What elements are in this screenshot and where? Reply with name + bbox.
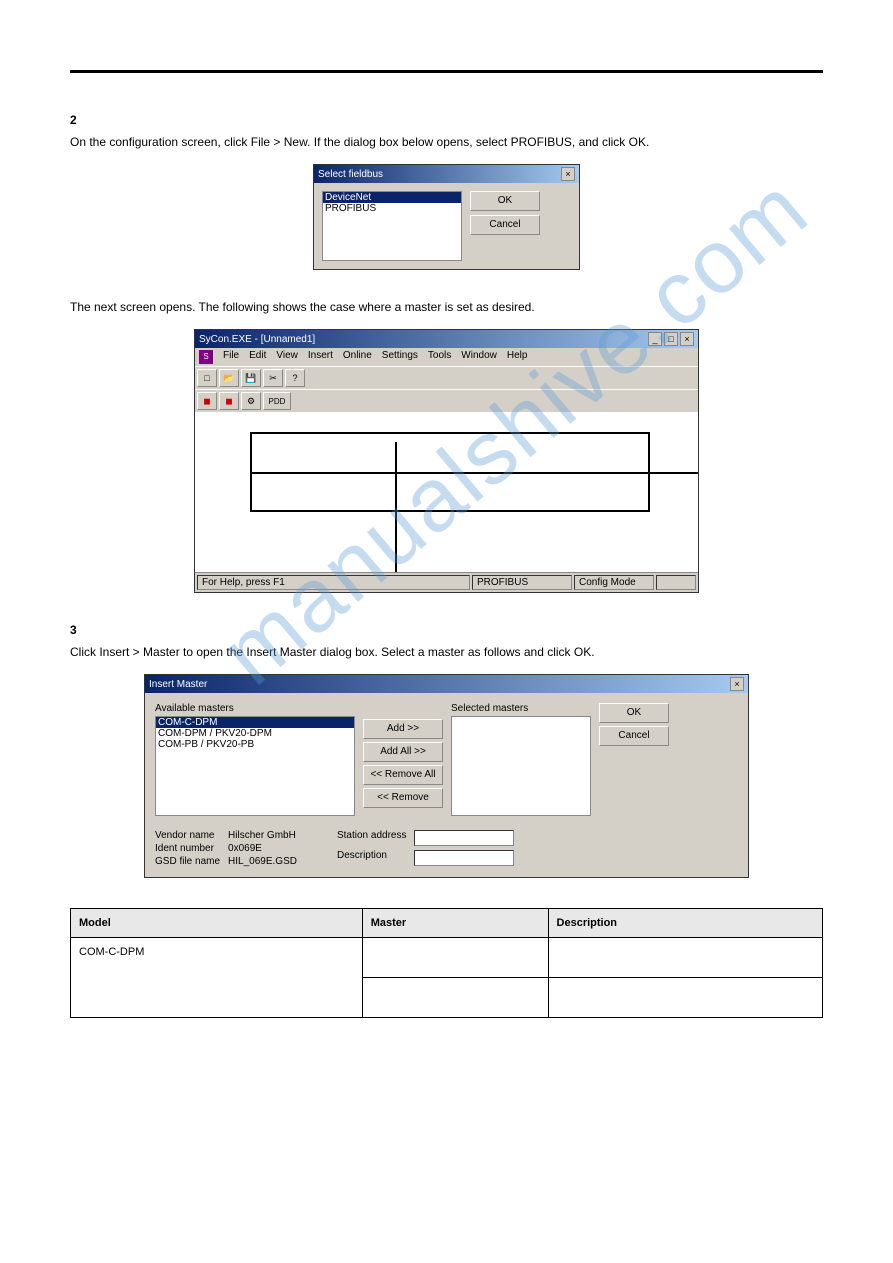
menu-insert[interactable]: Insert [308, 350, 333, 364]
selected-masters-label: Selected masters [451, 703, 591, 714]
ident-value: 0x069E [228, 843, 297, 854]
status-mode: Config Mode [574, 575, 654, 590]
dialog-title: Insert Master [149, 679, 207, 690]
close-icon[interactable]: × [680, 332, 694, 346]
list-item-selected[interactable]: DeviceNet [323, 192, 461, 203]
horizontal-rule [70, 70, 823, 73]
step-number-2: 2 [70, 113, 823, 127]
menu-settings[interactable]: Settings [382, 350, 418, 364]
menu-window[interactable]: Window [461, 350, 497, 364]
station-address-input[interactable] [414, 830, 514, 846]
status-bus: PROFIBUS [472, 575, 572, 590]
add-button[interactable]: Add >> [363, 719, 443, 739]
select-fieldbus-dialog: Select fieldbus × DeviceNet PROFIBUS OK … [313, 164, 580, 270]
menu-tools[interactable]: Tools [428, 350, 451, 364]
close-icon[interactable]: × [561, 167, 575, 181]
insert-master-dialog: Insert Master × Available masters COM-C-… [144, 674, 749, 878]
save-icon[interactable]: 💾 [241, 369, 261, 387]
toolbar-file: □ 📂 💾 ✂ ? [195, 366, 698, 389]
table-header-master: Master [362, 909, 548, 938]
table-header-description: Description [548, 909, 822, 938]
step3-pre-instruction: The next screen opens. The following sho… [70, 300, 823, 314]
open-icon[interactable]: 📂 [219, 369, 239, 387]
close-icon[interactable]: × [730, 677, 744, 691]
cut-icon[interactable]: ✂ [263, 369, 283, 387]
sycon-app-window: SyCon.EXE - [Unnamed1] _ □ × S File Edit… [194, 329, 699, 593]
menu-file[interactable]: File [223, 350, 239, 364]
menu-online[interactable]: Online [343, 350, 372, 364]
vendor-label: Vendor name [155, 830, 220, 841]
available-masters-label: Available masters [155, 703, 355, 714]
description-input[interactable] [414, 850, 514, 866]
remove-button[interactable]: << Remove [363, 788, 443, 808]
ok-button[interactable]: OK [599, 703, 669, 723]
add-all-button[interactable]: Add All >> [363, 742, 443, 762]
step3-instruction: Click Insert > Master to open the Insert… [70, 645, 823, 659]
selected-masters-listbox[interactable] [451, 716, 591, 816]
gsd-label: GSD file name [155, 856, 220, 867]
dialog-title: Select fieldbus [318, 169, 383, 180]
bus-canvas[interactable] [195, 412, 698, 572]
fieldbus-listbox[interactable]: DeviceNet PROFIBUS [322, 191, 462, 261]
menu-view[interactable]: View [276, 350, 298, 364]
gsd-value: HIL_069E.GSD [228, 856, 297, 867]
list-item-selected[interactable]: COM-C-DPM [156, 717, 354, 728]
drop-line [395, 442, 397, 572]
app-icon: S [199, 350, 213, 364]
table-cell [362, 978, 548, 1018]
status-help: For Help, press F1 [197, 575, 470, 590]
table-row: COM-C-DPM [71, 938, 823, 978]
description-label: Description [337, 850, 407, 868]
diag-icon[interactable]: ⚙ [241, 392, 261, 410]
cancel-button[interactable]: Cancel [599, 726, 669, 746]
insert-master-icon[interactable]: ◼ [197, 392, 217, 410]
pdd-button[interactable]: PDD [263, 392, 291, 410]
dialog-titlebar: Insert Master × [145, 675, 748, 693]
step2-instruction: On the configuration screen, click File … [70, 135, 823, 149]
list-item[interactable]: COM-DPM / PKV20-DPM [156, 728, 354, 739]
cancel-button[interactable]: Cancel [470, 215, 540, 235]
minimize-icon[interactable]: _ [648, 332, 662, 346]
ok-button[interactable]: OK [470, 191, 540, 211]
list-item[interactable]: PROFIBUS [323, 203, 461, 214]
new-icon[interactable]: □ [197, 369, 217, 387]
insert-slave-icon[interactable]: ◼ [219, 392, 239, 410]
table-cell: COM-C-DPM [71, 938, 363, 1018]
app-titlebar: SyCon.EXE - [Unnamed1] _ □ × [195, 330, 698, 348]
table-cell [548, 938, 822, 978]
dialog-titlebar: Select fieldbus × [314, 165, 579, 183]
menu-help[interactable]: Help [507, 350, 528, 364]
toolbar-insert: ◼ ◼ ⚙ PDD [195, 389, 698, 412]
ident-label: Ident number [155, 843, 220, 854]
bus-line [250, 472, 698, 474]
menu-edit[interactable]: Edit [249, 350, 266, 364]
status-blank [656, 575, 696, 590]
list-item[interactable]: COM-PB / PKV20-PB [156, 739, 354, 750]
station-address-label: Station address [337, 830, 407, 848]
available-masters-listbox[interactable]: COM-C-DPM COM-DPM / PKV20-DPM COM-PB / P… [155, 716, 355, 816]
master-table: Model Master Description COM-C-DPM [70, 908, 823, 1018]
table-header-model: Model [71, 909, 363, 938]
help-icon[interactable]: ? [285, 369, 305, 387]
app-title: SyCon.EXE - [Unnamed1] [199, 334, 315, 345]
menubar: S File Edit View Insert Online Settings … [195, 348, 698, 366]
table-cell [548, 978, 822, 1018]
statusbar: For Help, press F1 PROFIBUS Config Mode [195, 572, 698, 592]
vendor-value: Hilscher GmbH [228, 830, 297, 841]
table-cell [362, 938, 548, 978]
maximize-icon[interactable]: □ [664, 332, 678, 346]
step-number-3: 3 [70, 623, 823, 637]
remove-all-button[interactable]: << Remove All [363, 765, 443, 785]
